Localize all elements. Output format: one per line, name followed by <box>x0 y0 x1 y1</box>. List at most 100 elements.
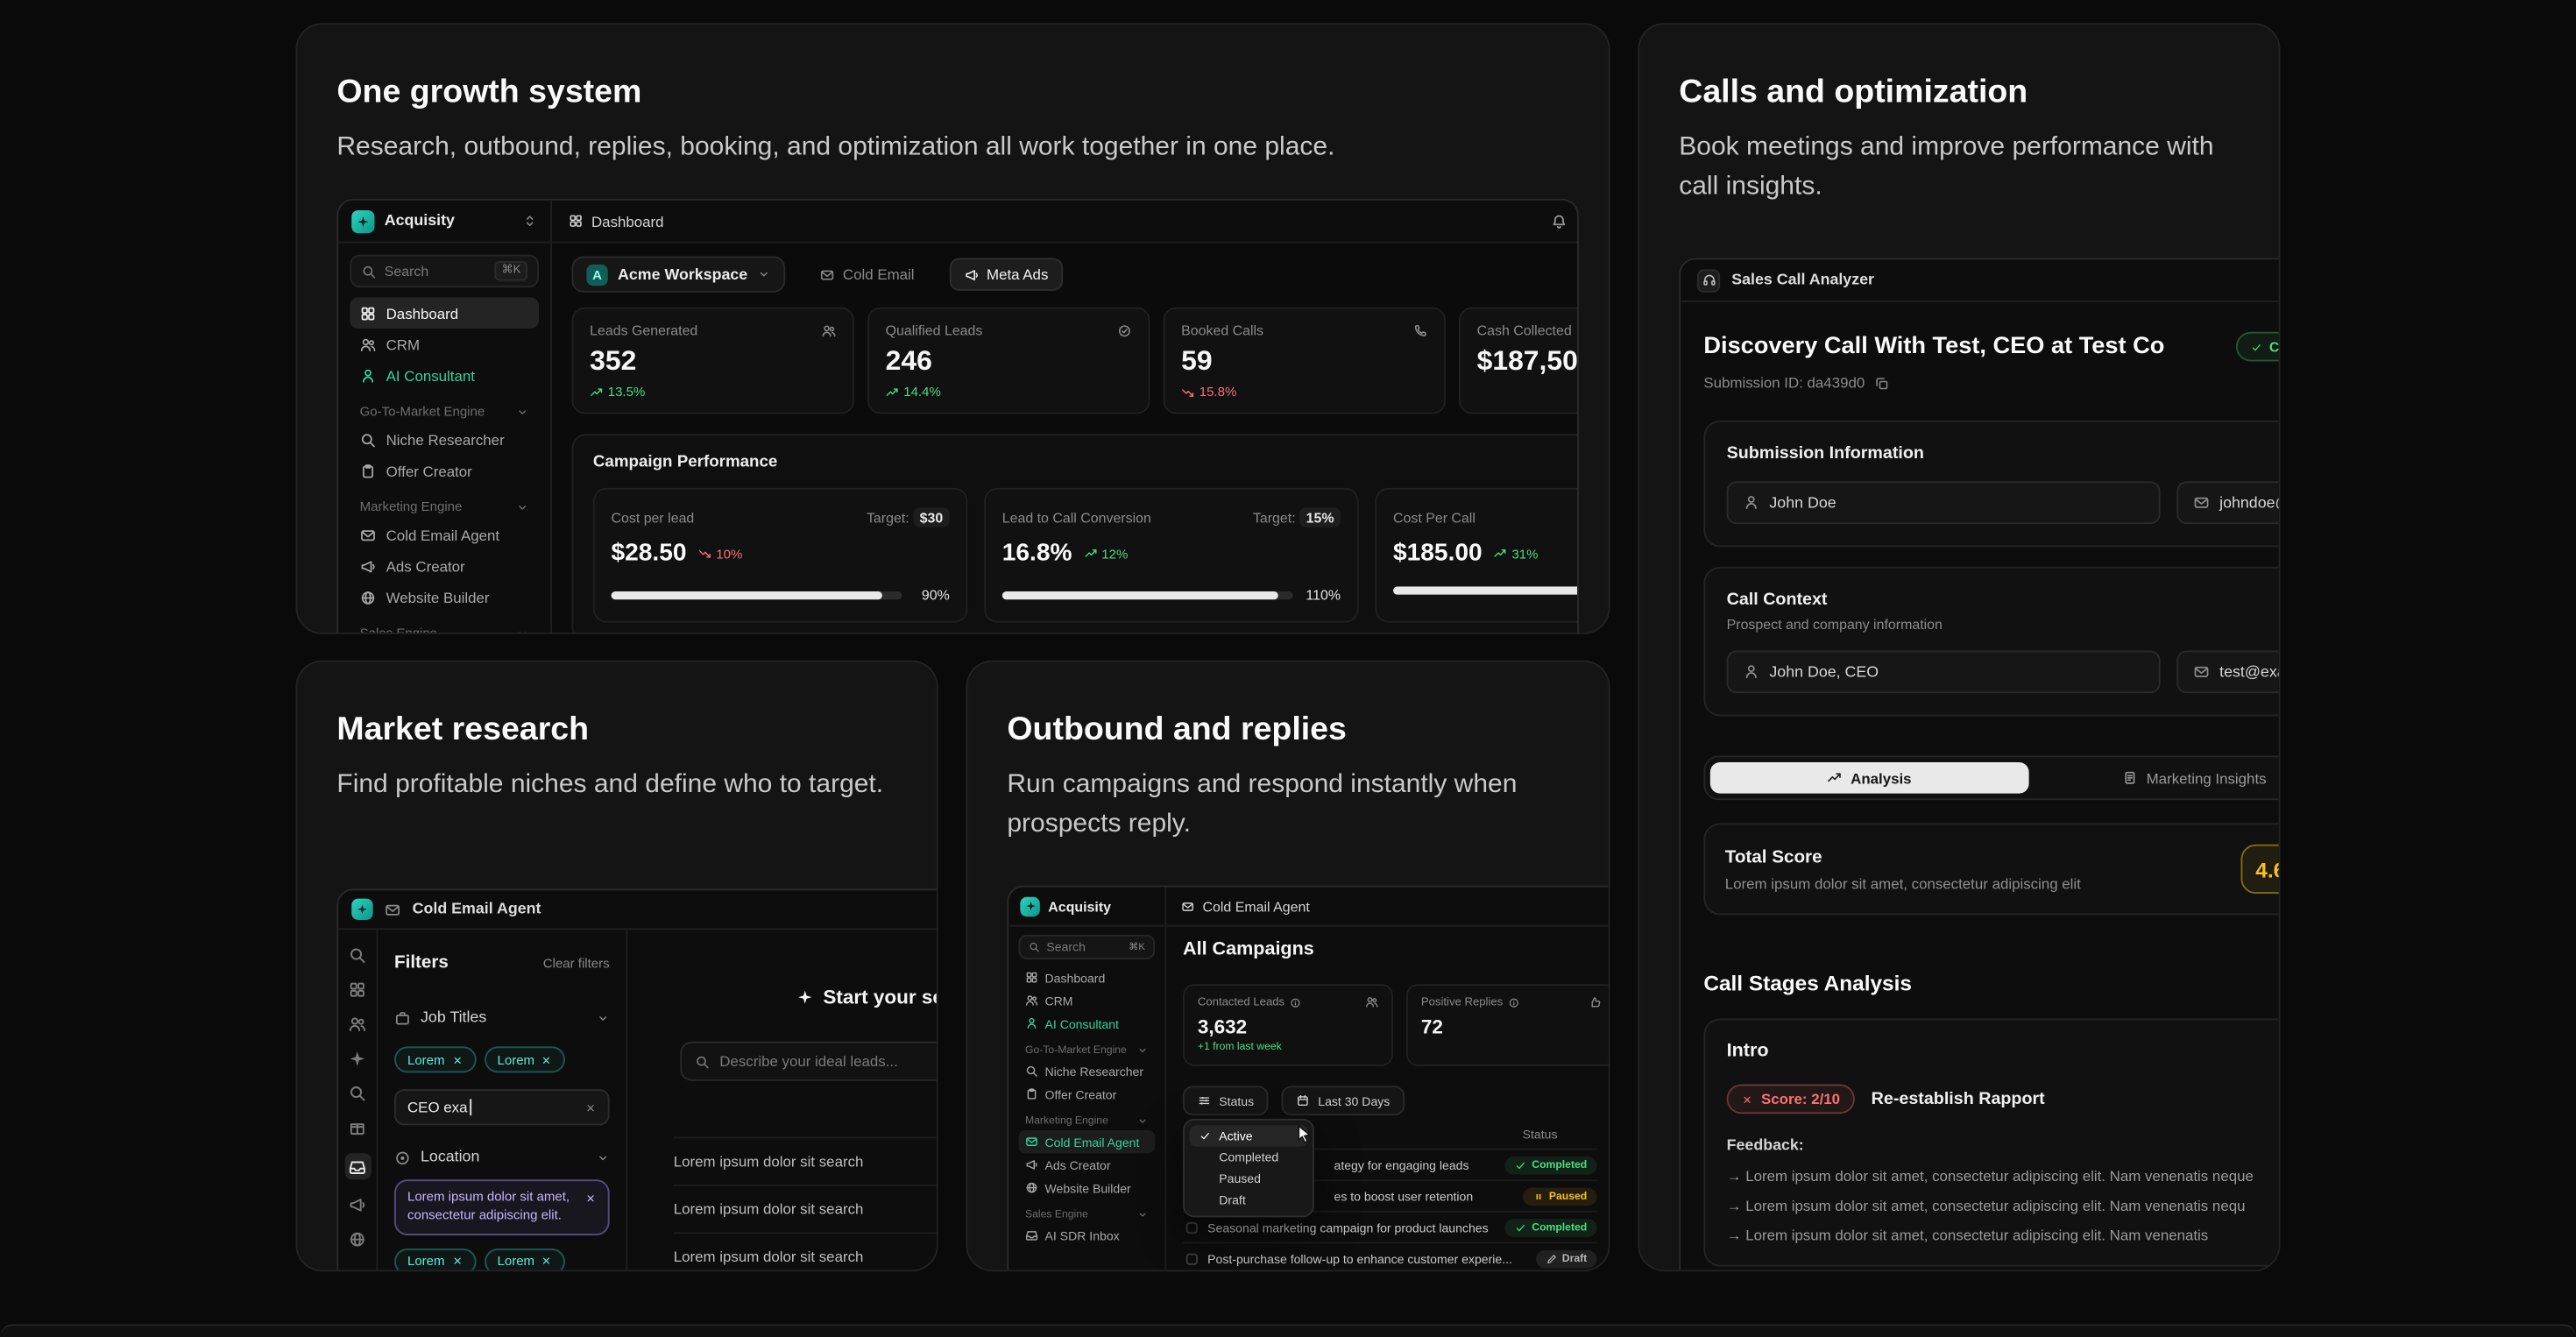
score-value: 4.6 <box>2241 845 2281 894</box>
sidebar-item-ads-creator[interactable]: Ads Creator <box>1019 1153 1156 1176</box>
sidebar-item-label: Website Builder <box>1045 1180 1131 1195</box>
filter-label: Last 30 Days <box>1318 1093 1390 1108</box>
close-icon[interactable] <box>541 1256 553 1267</box>
brand-name: Acquisity <box>1048 898 1111 915</box>
panel-title: Call Context <box>1727 590 2281 610</box>
progress-bar <box>1393 586 1579 594</box>
sidebar-section-marketing[interactable]: Marketing Engine <box>360 499 529 514</box>
sidebar-item-label: Cold Email Agent <box>386 527 499 543</box>
sidebar-item-offer-creator[interactable]: Offer Creator <box>1019 1083 1156 1106</box>
card-research-subtitle: Find profitable niches and define who to… <box>336 766 896 805</box>
sidebar-item-cold-email-agent[interactable]: Cold Email Agent <box>350 520 539 551</box>
panel-subtitle: Prospect and company information <box>1727 616 2281 633</box>
globe-icon[interactable] <box>349 1230 367 1249</box>
close-icon[interactable] <box>451 1256 463 1267</box>
filter-group-job-titles[interactable]: Job Titles <box>394 1008 610 1027</box>
collapse-sidebar-icon[interactable] <box>522 214 537 229</box>
close-icon[interactable] <box>541 1054 553 1065</box>
sidebar-item-offer-creator[interactable]: Offer Creator <box>350 455 539 486</box>
sidebar-item-dashboard[interactable]: Dashboard <box>1019 966 1156 989</box>
input-value: CEO exa <box>407 1099 467 1115</box>
sidebar-item-ai-sdr-inbox[interactable]: AI SDR Inbox <box>1019 1224 1156 1247</box>
info-icon <box>1290 996 1301 1008</box>
table-row[interactable]: Post-purchase follow-up to enhance custo… <box>1183 1242 1597 1272</box>
users-icon[interactable] <box>349 1015 367 1034</box>
sparkle-icon[interactable] <box>349 1050 367 1068</box>
sidebar-item-crm[interactable]: CRM <box>1019 989 1156 1012</box>
menu-item-completed[interactable]: Completed <box>1190 1147 1308 1168</box>
filter-group-location[interactable]: Location <box>394 1149 610 1167</box>
search-shortcut: ⌘K <box>1129 941 1145 952</box>
sidebar-search[interactable]: Search ⌘K <box>1019 935 1156 959</box>
sidebar-item-ads-creator[interactable]: Ads Creator <box>350 550 539 582</box>
target-value: 15% <box>1299 507 1341 527</box>
menu-item-paused[interactable]: Paused <box>1190 1168 1308 1189</box>
tag-label: Lorem <box>407 1254 445 1269</box>
result-row[interactable]: Lorem ipsum dolor sit search <box>674 1232 938 1271</box>
search-icon[interactable] <box>349 946 367 965</box>
tab-analysis[interactable]: Analysis <box>1710 762 2029 794</box>
sidebar-item-website-builder[interactable]: Website Builder <box>350 582 539 613</box>
tab-label: Marketing Insights <box>2147 769 2267 786</box>
clear-input-icon[interactable] <box>585 1101 597 1113</box>
name-field[interactable]: John Doe <box>1727 481 2161 524</box>
sidebar-item-label: Ads Creator <box>386 558 465 575</box>
close-icon[interactable] <box>451 1054 463 1065</box>
megaphone-icon[interactable] <box>349 1196 367 1214</box>
sidebar-item-ai-consultant[interactable]: AI Consultant <box>1019 1012 1156 1035</box>
email-field[interactable]: test@examp <box>2176 651 2280 694</box>
sidebar-search[interactable]: Search ⌘K <box>350 255 539 288</box>
x-icon <box>1742 1093 1753 1105</box>
email-field[interactable]: johndoe@g <box>2176 481 2280 524</box>
sidebar-section-gtm[interactable]: Go-To-Market Engine <box>1025 1045 1149 1057</box>
result-row[interactable]: Lorem ipsum dolor sit search <box>674 1137 938 1185</box>
job-title-input[interactable]: CEO exa <box>394 1089 610 1125</box>
metric-delta: 12% <box>1084 546 1129 561</box>
result-row[interactable]: Lorem ipsum dolor sit search <box>674 1185 938 1232</box>
tab-marketing-insights[interactable]: Marketing Insights <box>2035 762 2280 794</box>
name-value: John Doe <box>1769 493 1836 512</box>
kpi-booked-calls: Booked Calls 59 15.8% <box>1164 308 1447 414</box>
progress-bar <box>612 591 902 598</box>
sidebar-item-niche-researcher[interactable]: Niche Researcher <box>350 424 539 456</box>
date-filter-button[interactable]: Last 30 Days <box>1282 1086 1405 1115</box>
copy-icon[interactable] <box>1874 375 1889 390</box>
tag-label: Lorem <box>498 1052 535 1067</box>
call-context-panel: Call Context Prospect and company inform… <box>1703 567 2280 717</box>
sidebar-section-sales[interactable]: Sales Engine <box>1025 1209 1149 1220</box>
sidebar-section-gtm[interactable]: Go-To-Market Engine <box>360 404 529 419</box>
menu-item-label: Paused <box>1219 1171 1261 1186</box>
bell-icon[interactable] <box>1550 213 1567 230</box>
inbox-icon-active[interactable] <box>344 1153 371 1179</box>
leads-search-input[interactable]: Describe your ideal leads... <box>680 1042 938 1081</box>
sidebar-item-niche-researcher[interactable]: Niche Researcher <box>1019 1059 1156 1082</box>
sidebar-section-marketing[interactable]: Marketing Engine <box>1025 1115 1149 1127</box>
metric-label: Lead to Call Conversion <box>1002 509 1151 526</box>
calendar-icon <box>1297 1094 1310 1107</box>
sidebar-item-website-builder[interactable]: Website Builder <box>1019 1177 1156 1199</box>
kpi-contacted-leads: Contacted Leads 3,632 +1 from last week <box>1183 984 1393 1066</box>
row-checkbox[interactable] <box>1186 1221 1198 1233</box>
sidebar-item-label: AI Consultant <box>386 367 475 384</box>
tab-cold-email[interactable]: Cold Email <box>805 258 930 291</box>
status-filter-button[interactable]: Status <box>1183 1086 1269 1115</box>
sidebar-item-ai-consultant[interactable]: AI Consultant <box>350 360 539 392</box>
sidebar-section-sales[interactable]: Sales Engine <box>360 626 529 633</box>
chevron-down-icon <box>1137 1115 1149 1127</box>
tab-meta-ads[interactable]: Meta Ads <box>949 258 1063 291</box>
dashboard-icon[interactable] <box>349 980 367 999</box>
metric-value: $185.00 <box>1393 539 1483 567</box>
sidebar-item-crm[interactable]: CRM <box>350 329 539 360</box>
sidebar-item-dashboard[interactable]: Dashboard <box>350 297 539 329</box>
sidebar-item-label: Niche Researcher <box>386 431 505 448</box>
workspace-switcher[interactable]: A Acme Workspace <box>572 257 786 293</box>
search-icon[interactable] <box>349 1085 367 1103</box>
close-icon[interactable] <box>585 1192 597 1204</box>
row-checkbox[interactable] <box>1186 1253 1198 1264</box>
menu-item-active[interactable]: Active <box>1190 1125 1308 1146</box>
sidebar-item-cold-email-agent[interactable]: Cold Email Agent <box>1019 1130 1156 1153</box>
name-field[interactable]: John Doe, CEO <box>1727 651 2161 694</box>
gift-icon[interactable] <box>349 1119 367 1137</box>
clear-filters-link[interactable]: Clear filters <box>543 956 610 971</box>
menu-item-draft[interactable]: Draft <box>1190 1190 1308 1211</box>
